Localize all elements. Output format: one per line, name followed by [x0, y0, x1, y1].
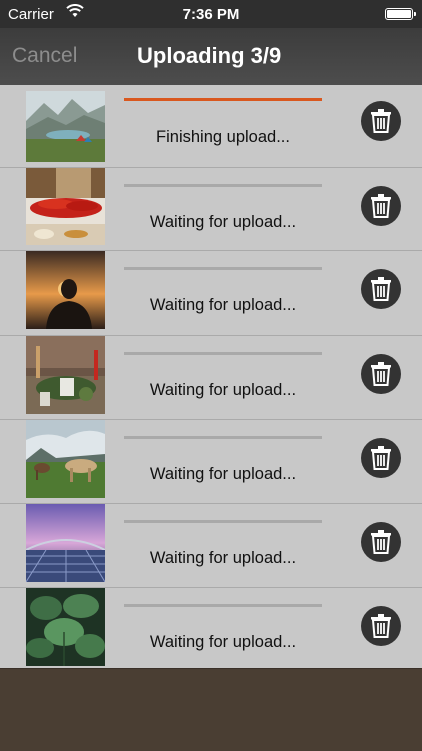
- cancel-button[interactable]: Cancel: [12, 44, 77, 68]
- trash-icon: [371, 446, 391, 470]
- upload-row: Waiting for upload...: [0, 588, 422, 668]
- photo-thumbnail: [26, 588, 105, 666]
- upload-status: Waiting for upload...: [149, 465, 297, 483]
- delete-button[interactable]: [361, 101, 401, 141]
- upload-row: Waiting for upload...: [0, 420, 422, 504]
- delete-button[interactable]: [361, 186, 401, 226]
- upload-row: Waiting for upload...: [0, 336, 422, 420]
- upload-progress-bar: [124, 436, 322, 439]
- upload-progress-bar: [124, 184, 322, 187]
- page-title: Uploading 3/9: [137, 43, 282, 68]
- clock: 7:36 PM: [182, 6, 240, 23]
- footer-area: [0, 668, 422, 751]
- photo-thumbnail: [26, 91, 105, 162]
- photo-thumbnail: [26, 504, 105, 582]
- photo-thumbnail: [26, 420, 105, 498]
- upload-status: Waiting for upload...: [149, 549, 297, 567]
- upload-row: Waiting for upload...: [0, 504, 422, 588]
- delete-button[interactable]: [361, 354, 401, 394]
- delete-button[interactable]: [361, 522, 401, 562]
- trash-icon: [371, 362, 391, 386]
- upload-row: Waiting for upload...: [0, 168, 422, 251]
- status-bar: Carrier 7:36 PM: [0, 0, 422, 28]
- upload-progress-bar: [124, 267, 322, 270]
- battery-icon: [385, 8, 416, 20]
- photo-thumbnail: [26, 251, 105, 329]
- delete-button[interactable]: [361, 269, 401, 309]
- photo-thumbnail: [26, 336, 105, 414]
- delete-button[interactable]: [361, 438, 401, 478]
- upload-status: Waiting for upload...: [149, 296, 297, 314]
- upload-progress-bar: [124, 98, 322, 101]
- upload-status: Waiting for upload...: [149, 633, 297, 651]
- trash-icon: [371, 109, 391, 133]
- upload-progress-fill: [124, 98, 322, 101]
- navigation-bar: Cancel Uploading 3/9: [0, 28, 422, 85]
- trash-icon: [371, 530, 391, 554]
- upload-list[interactable]: Finishing upload... Waiting for upload..…: [0, 85, 422, 668]
- upload-status: Finishing upload...: [156, 128, 290, 146]
- trash-icon: [371, 277, 391, 301]
- trash-icon: [371, 614, 391, 638]
- upload-row: Finishing upload...: [0, 85, 422, 168]
- photo-thumbnail: [26, 168, 105, 245]
- upload-progress-bar: [124, 520, 322, 523]
- trash-icon: [371, 194, 391, 218]
- upload-status: Waiting for upload...: [149, 381, 297, 399]
- upload-status: Waiting for upload...: [149, 213, 297, 231]
- upload-progress-bar: [124, 604, 322, 607]
- upload-progress-bar: [124, 352, 322, 355]
- delete-button[interactable]: [361, 606, 401, 646]
- upload-row: Waiting for upload...: [0, 251, 422, 336]
